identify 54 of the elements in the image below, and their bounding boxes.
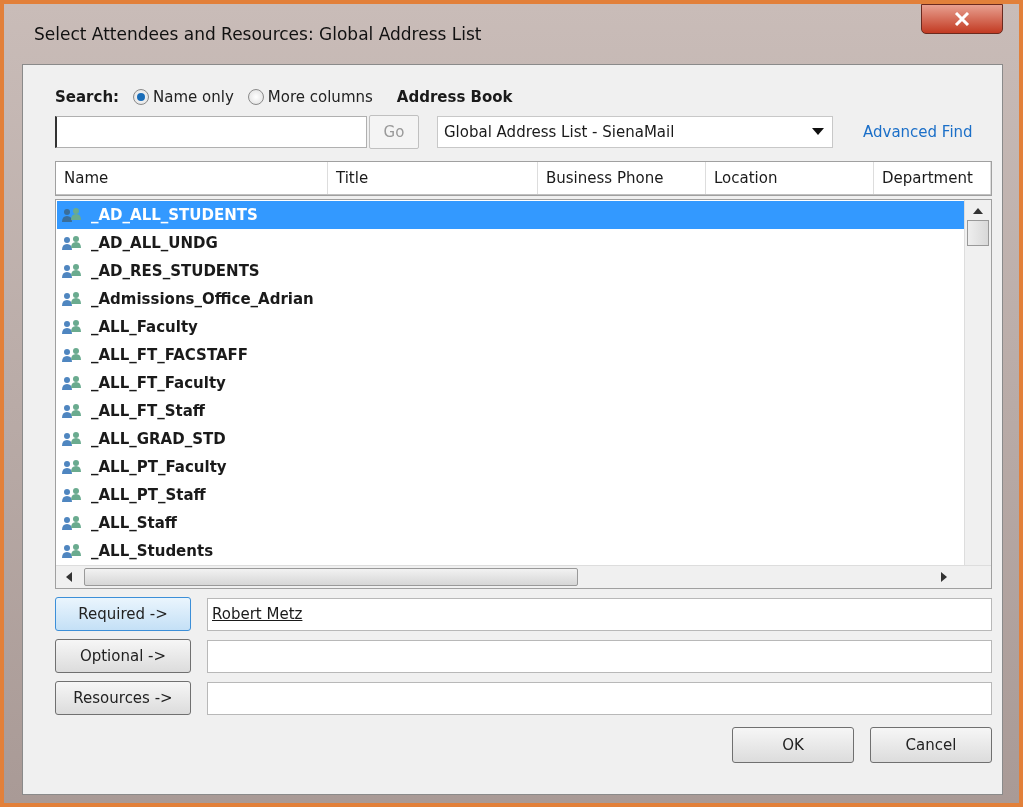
radio-button[interactable]: Name only — [133, 88, 234, 106]
list-row[interactable]: _ALL_GRAD_STD — [57, 425, 964, 453]
group-icon — [61, 403, 83, 419]
advanced-find-link[interactable]: Advanced Find — [863, 123, 973, 141]
list-row[interactable]: _ALL_Students — [57, 537, 964, 565]
list-row[interactable]: _Admissions_Office_Adrian — [57, 285, 964, 313]
close-icon — [954, 12, 970, 26]
group-icon — [61, 291, 83, 307]
column-header[interactable]: Name — [56, 162, 328, 194]
list-row[interactable]: _AD_RES_STUDENTS — [57, 257, 964, 285]
search-field[interactable] — [55, 116, 367, 148]
list-row[interactable]: _ALL_FT_Staff — [57, 397, 964, 425]
search-label: Search: — [55, 88, 120, 106]
dropdown-arrow-icon — [812, 128, 824, 136]
recipient-field[interactable] — [207, 639, 992, 673]
list-row[interactable]: _ALL_FT_Faculty — [57, 369, 964, 397]
address-book-label: Address Book — [396, 88, 513, 106]
column-header[interactable]: Title — [328, 162, 538, 194]
scroll-thumb[interactable] — [84, 568, 578, 586]
address-book-dropdown[interactable]: Global Address List - SienaMail — [437, 116, 833, 148]
recipient-button[interactable]: Optional -> — [55, 639, 191, 673]
recipient-field[interactable]: Robert Metz — [207, 597, 992, 631]
group-icon — [61, 319, 83, 335]
column-header[interactable]: Location — [706, 162, 874, 194]
radio-button[interactable]: More columns — [247, 88, 373, 106]
recipient-button[interactable]: Required -> — [55, 597, 191, 631]
column-header[interactable]: Department — [874, 162, 991, 194]
recipient-button[interactable]: Resources -> — [55, 681, 191, 715]
list-row[interactable]: _ALL_PT_Faculty — [57, 453, 964, 481]
group-icon — [61, 515, 83, 531]
group-icon — [61, 487, 83, 503]
group-icon — [61, 543, 83, 559]
column-header[interactable]: Business Phone — [538, 162, 706, 194]
recipient-field[interactable] — [207, 681, 992, 715]
group-icon — [61, 207, 83, 223]
scroll-up-icon[interactable] — [973, 208, 983, 214]
dialog-button[interactable]: OK — [732, 727, 854, 763]
scroll-thumb[interactable] — [967, 220, 989, 246]
list-row[interactable]: _AD_ALL_UNDG — [57, 229, 964, 257]
group-icon — [61, 347, 83, 363]
list-row[interactable]: _ALL_PT_Staff — [57, 481, 964, 509]
group-icon — [61, 375, 83, 391]
group-icon — [61, 235, 83, 251]
vertical-scrollbar[interactable] — [964, 200, 991, 565]
list-row[interactable]: _ALL_Faculty — [57, 313, 964, 341]
horizontal-scrollbar[interactable] — [56, 565, 991, 588]
dialog-button[interactable]: Cancel — [870, 727, 992, 763]
group-icon — [61, 263, 83, 279]
group-icon — [61, 459, 83, 475]
list-row[interactable]: _ALL_FT_FACSTAFF — [57, 341, 964, 369]
group-icon — [61, 431, 83, 447]
list-row[interactable]: _ALL_Staff — [57, 509, 964, 537]
window-title: Select Attendees and Resources: Global Address List — [33, 24, 482, 44]
close-button[interactable] — [921, 4, 1003, 34]
